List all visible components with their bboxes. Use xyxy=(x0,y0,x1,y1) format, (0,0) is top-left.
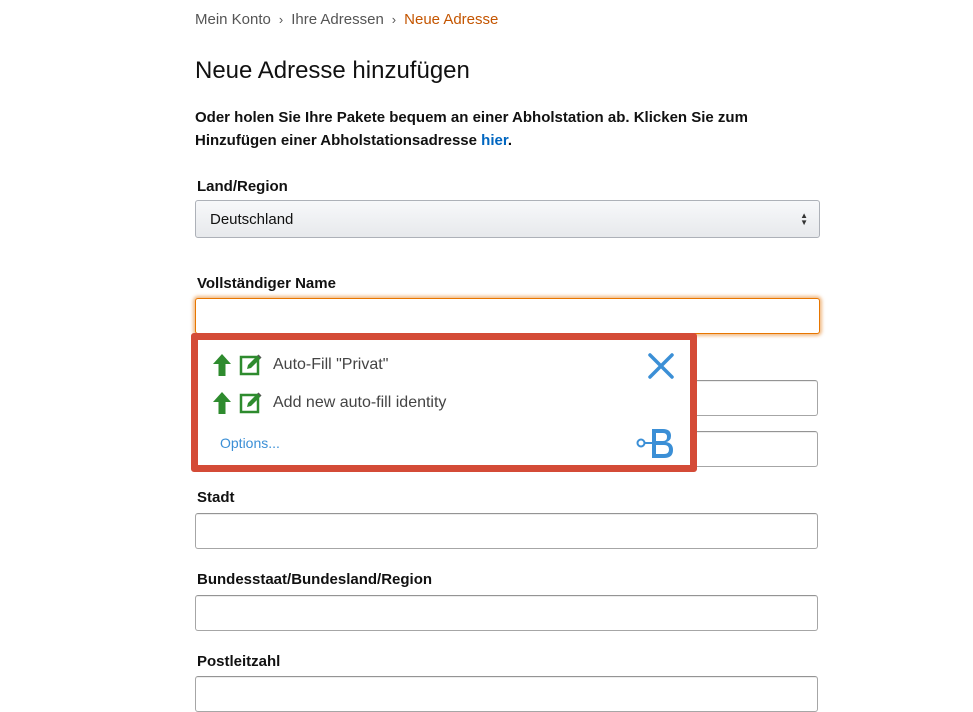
breadcrumb-my-account[interactable]: Mein Konto xyxy=(195,11,271,28)
zip-input[interactable] xyxy=(195,676,818,712)
autofill-item-add-identity[interactable]: Add new auto-fill identity xyxy=(212,391,446,415)
breadcrumb-addresses[interactable]: Ihre Adressen xyxy=(291,11,384,28)
autofill-item-label: Auto-Fill "Privat" xyxy=(273,356,389,373)
autofill-item-label: Add new auto-fill identity xyxy=(273,394,447,411)
breadcrumb-current: Neue Adresse xyxy=(404,11,499,28)
roboform-logo-icon[interactable] xyxy=(636,426,680,460)
up-arrow-icon xyxy=(213,354,231,376)
edit-icon xyxy=(239,354,262,376)
state-label: Bundesstaat/Bundesland/Region xyxy=(197,571,433,588)
breadcrumb-separator: › xyxy=(278,12,284,27)
autofill-item-privat[interactable]: Auto-Fill "Privat" xyxy=(212,353,388,377)
country-select-value: Deutschland xyxy=(210,210,294,228)
breadcrumb: Mein Konto › Ihre Adressen › Neue Adress… xyxy=(195,11,498,28)
breadcrumb-separator: › xyxy=(391,12,397,27)
page-title: Neue Adresse hinzufügen xyxy=(195,57,470,84)
country-select[interactable]: Deutschland ▲ ▼ xyxy=(195,200,820,238)
city-input[interactable] xyxy=(195,513,818,549)
intro-text-end: . xyxy=(507,132,513,149)
intro-text-body: Oder holen Sie Ihre Pakete bequem an ein… xyxy=(195,109,748,149)
select-arrows-icon: ▲ ▼ xyxy=(800,211,808,227)
intro-text: Oder holen Sie Ihre Pakete bequem an ein… xyxy=(195,106,815,152)
close-icon[interactable] xyxy=(647,352,675,380)
full-name-label: Vollständiger Name xyxy=(197,275,336,292)
zip-label: Postleitzahl xyxy=(197,653,281,670)
autofill-options-link[interactable]: Options... xyxy=(220,435,280,451)
country-label: Land/Region xyxy=(197,178,288,195)
city-label: Stadt xyxy=(197,489,235,506)
edit-icon xyxy=(239,392,262,414)
pickup-station-link[interactable]: hier xyxy=(481,132,508,149)
full-name-input[interactable] xyxy=(195,298,820,334)
up-arrow-icon xyxy=(213,392,231,414)
autofill-popup: Auto-Fill "Privat" Add new auto-fill ide… xyxy=(191,333,697,472)
state-input[interactable] xyxy=(195,595,818,631)
